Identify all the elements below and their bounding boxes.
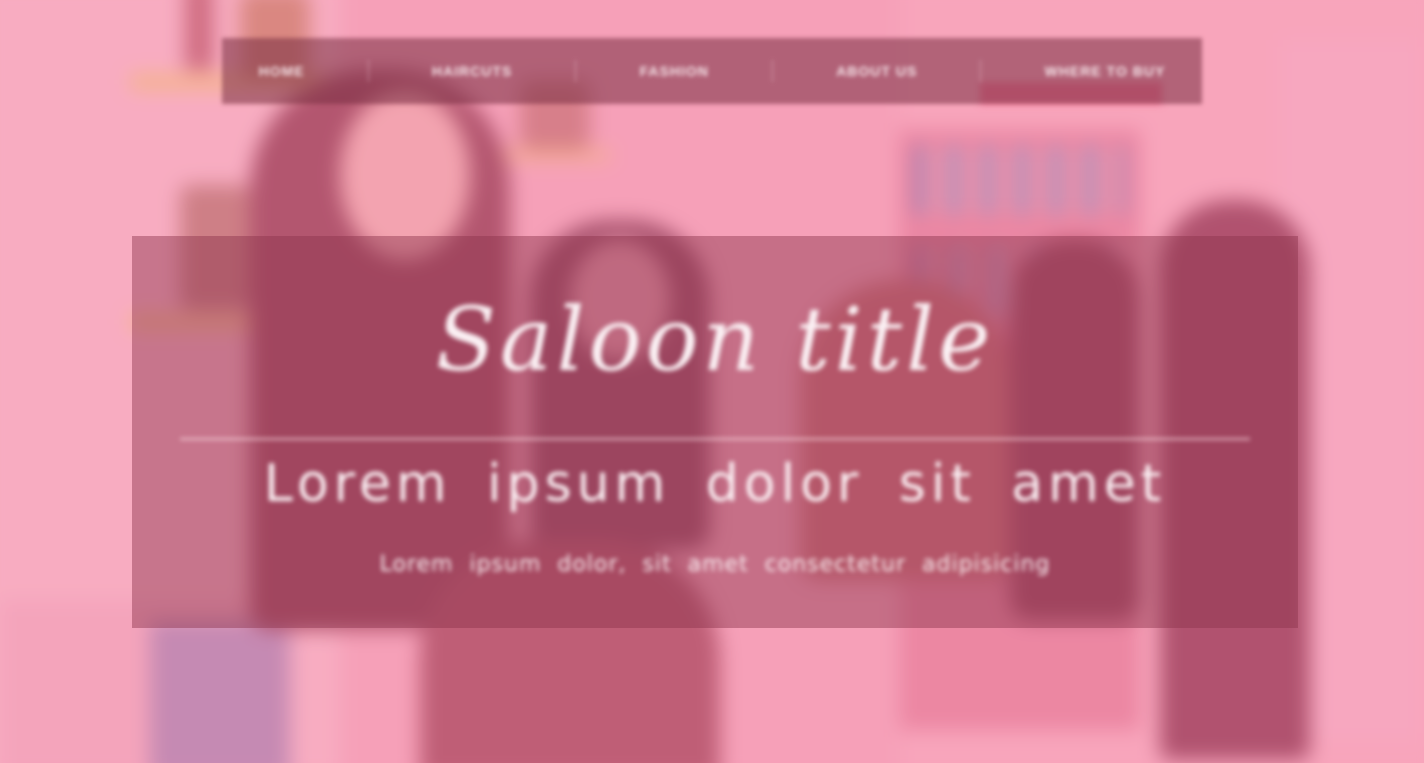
hero-caption: Lorem ipsum dolor, sit amet consectetur … — [379, 552, 1051, 577]
hero-panel: Saloon title Lorem ipsum dolor sit amet … — [132, 236, 1298, 628]
nav-item-where-to-buy[interactable]: Where to Buy — [1035, 57, 1176, 85]
main-navigation: Home Haircuts Fashion About Us Where to … — [222, 38, 1202, 104]
nav-divider — [772, 60, 774, 82]
nav-divider — [980, 60, 982, 82]
nav-divider — [367, 60, 369, 82]
nav-divider — [575, 60, 577, 82]
hero-subtitle: Lorem ipsum dolor sit amet — [263, 454, 1167, 514]
title-divider — [180, 438, 1250, 440]
nav-item-fashion[interactable]: Fashion — [630, 57, 719, 85]
nav-item-home[interactable]: Home — [249, 57, 315, 85]
nav-item-haircuts[interactable]: Haircuts — [422, 57, 522, 85]
hero-section: Home Haircuts Fashion About Us Where to … — [0, 0, 1424, 763]
hero-title: Saloon title — [435, 288, 995, 391]
nav-item-about-us[interactable]: About Us — [826, 57, 927, 85]
